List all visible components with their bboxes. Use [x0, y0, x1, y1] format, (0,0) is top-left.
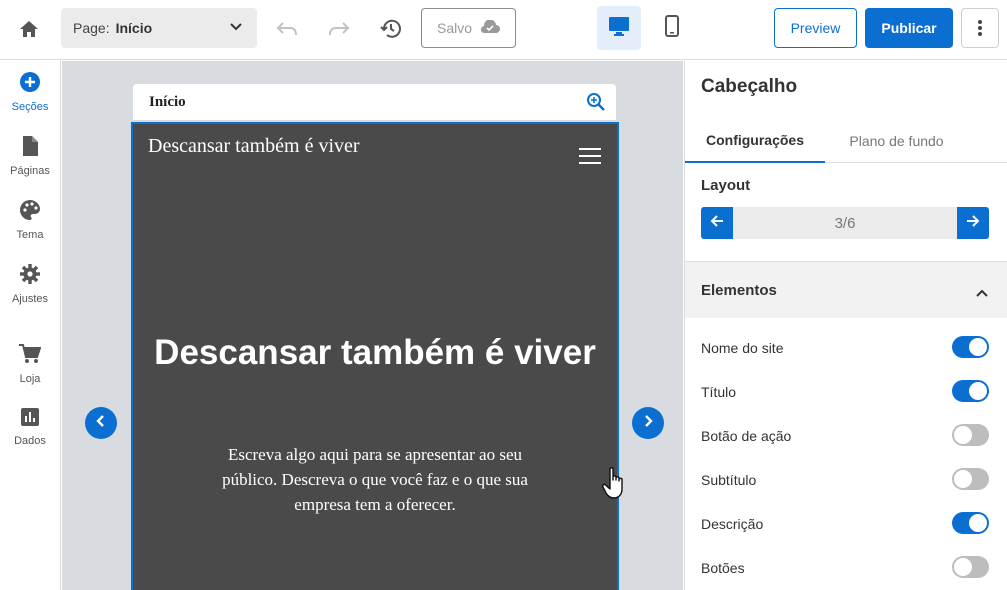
toggle-switch[interactable]	[952, 336, 989, 358]
toggle-row-botao-de-acao: Botão de ação	[685, 414, 1007, 458]
arrow-left-icon	[710, 214, 724, 233]
previous-layout-button[interactable]	[85, 407, 117, 439]
layout-stepper: 3/6	[701, 207, 989, 239]
editor-canvas: Início Descansar também é viver Descansa…	[62, 61, 683, 590]
cart-icon	[19, 344, 42, 369]
page-icon	[22, 136, 38, 161]
toggle-switch[interactable]	[952, 380, 989, 402]
layout-value: 3/6	[834, 215, 856, 232]
header-section-preview[interactable]: Descansar também é viver Descansar també…	[131, 122, 619, 590]
toggle-row-nome-do-site: Nome do site	[685, 326, 1007, 370]
gear-icon	[20, 264, 40, 289]
toggle-switch[interactable]	[952, 556, 989, 578]
panel-tabs: Configurações Plano de fundo	[685, 119, 1007, 163]
hero-headline: Descansar também é viver	[154, 333, 596, 372]
nav-item-label: Ajustes	[11, 293, 49, 305]
nav-item-label: Tema	[16, 229, 44, 241]
properties-panel: Cabeçalho Configurações Plano de fundo L…	[684, 61, 1007, 590]
chevron-up-icon	[976, 284, 988, 302]
chevron-right-icon	[642, 414, 654, 432]
mobile-view-button[interactable]	[650, 6, 694, 50]
preview-page-bar: Início	[133, 84, 616, 120]
nav-item-secoes[interactable]: Seções	[0, 72, 60, 124]
hand-cursor-icon	[602, 467, 628, 506]
site-name: Descansar também é viver	[148, 135, 360, 157]
home-icon[interactable]	[14, 14, 44, 44]
layout-next-button[interactable]	[957, 207, 989, 239]
toggle-row-descricao: Descrição	[685, 502, 1007, 546]
nav-item-paginas[interactable]: Páginas	[0, 136, 60, 188]
desktop-view-button[interactable]	[597, 6, 641, 50]
top-toolbar: Page: Início Salvo Preview Publicar	[0, 0, 1007, 60]
toggle-label: Título	[701, 384, 737, 400]
panel-title: Cabeçalho	[701, 76, 798, 97]
mobile-icon	[665, 14, 679, 42]
toggle-label: Descrição	[701, 516, 764, 532]
undo-icon[interactable]	[272, 14, 302, 44]
redo-icon[interactable]	[324, 14, 354, 44]
nav-item-label: Dados	[14, 435, 46, 447]
palette-icon	[20, 200, 40, 225]
chevron-down-icon	[229, 20, 243, 37]
toggle-row-botoes: Botões	[685, 546, 1007, 590]
toggle-label: Botões	[701, 560, 745, 576]
nav-item-label: Loja	[19, 373, 41, 385]
nav-item-ajustes[interactable]: Ajustes	[0, 264, 60, 316]
preview-button[interactable]: Preview	[774, 8, 857, 48]
page-selector-prefix: Page:	[73, 20, 110, 36]
page-selector[interactable]: Page: Início	[61, 8, 257, 48]
nav-item-label: Seções	[11, 101, 49, 113]
toggle-label: Nome do site	[701, 340, 784, 356]
elements-label: Elementos	[701, 282, 777, 299]
toggle-row-titulo: Título	[685, 370, 1007, 414]
history-icon[interactable]	[376, 14, 406, 44]
saved-label: Salvo	[436, 20, 473, 36]
chart-icon	[21, 408, 39, 431]
cloud-check-icon	[480, 18, 501, 37]
chevron-left-icon	[95, 414, 107, 432]
toggle-switch[interactable]	[952, 424, 989, 446]
tab-configuracoes[interactable]: Configurações	[685, 119, 825, 163]
left-navigation: Seções Páginas Tema Ajustes Loja Dados	[0, 60, 61, 590]
hamburger-menu-icon[interactable]	[579, 148, 601, 169]
page-selector-value: Início	[115, 20, 153, 36]
nav-item-loja[interactable]: Loja	[0, 344, 60, 396]
nav-item-dados[interactable]: Dados	[0, 408, 60, 460]
preview-page-title: Início	[149, 94, 186, 110]
nav-item-label: Páginas	[10, 165, 50, 177]
arrow-right-icon	[966, 214, 980, 233]
saved-button[interactable]: Salvo	[421, 8, 516, 48]
nav-item-tema[interactable]: Tema	[0, 200, 60, 252]
toggle-row-subtitulo: Subtítulo	[685, 458, 1007, 502]
layout-label: Layout	[701, 177, 751, 194]
tab-plano-de-fundo[interactable]: Plano de fundo	[825, 119, 968, 163]
hero-description: Escreva algo aqui para se apresentar ao …	[222, 445, 528, 514]
toggle-label: Botão de ação	[701, 428, 792, 444]
toggle-label: Subtítulo	[701, 472, 757, 488]
elements-section-header[interactable]: Elementos	[685, 262, 1007, 318]
zoom-icon[interactable]	[586, 92, 606, 117]
desktop-icon	[608, 16, 630, 41]
plus-circle-icon	[20, 72, 40, 97]
toggle-switch[interactable]	[952, 512, 989, 534]
layout-prev-button[interactable]	[701, 207, 733, 239]
toggle-switch[interactable]	[952, 468, 989, 490]
next-layout-button[interactable]	[632, 407, 664, 439]
publish-button[interactable]: Publicar	[865, 8, 953, 48]
more-options-icon[interactable]	[961, 8, 999, 48]
